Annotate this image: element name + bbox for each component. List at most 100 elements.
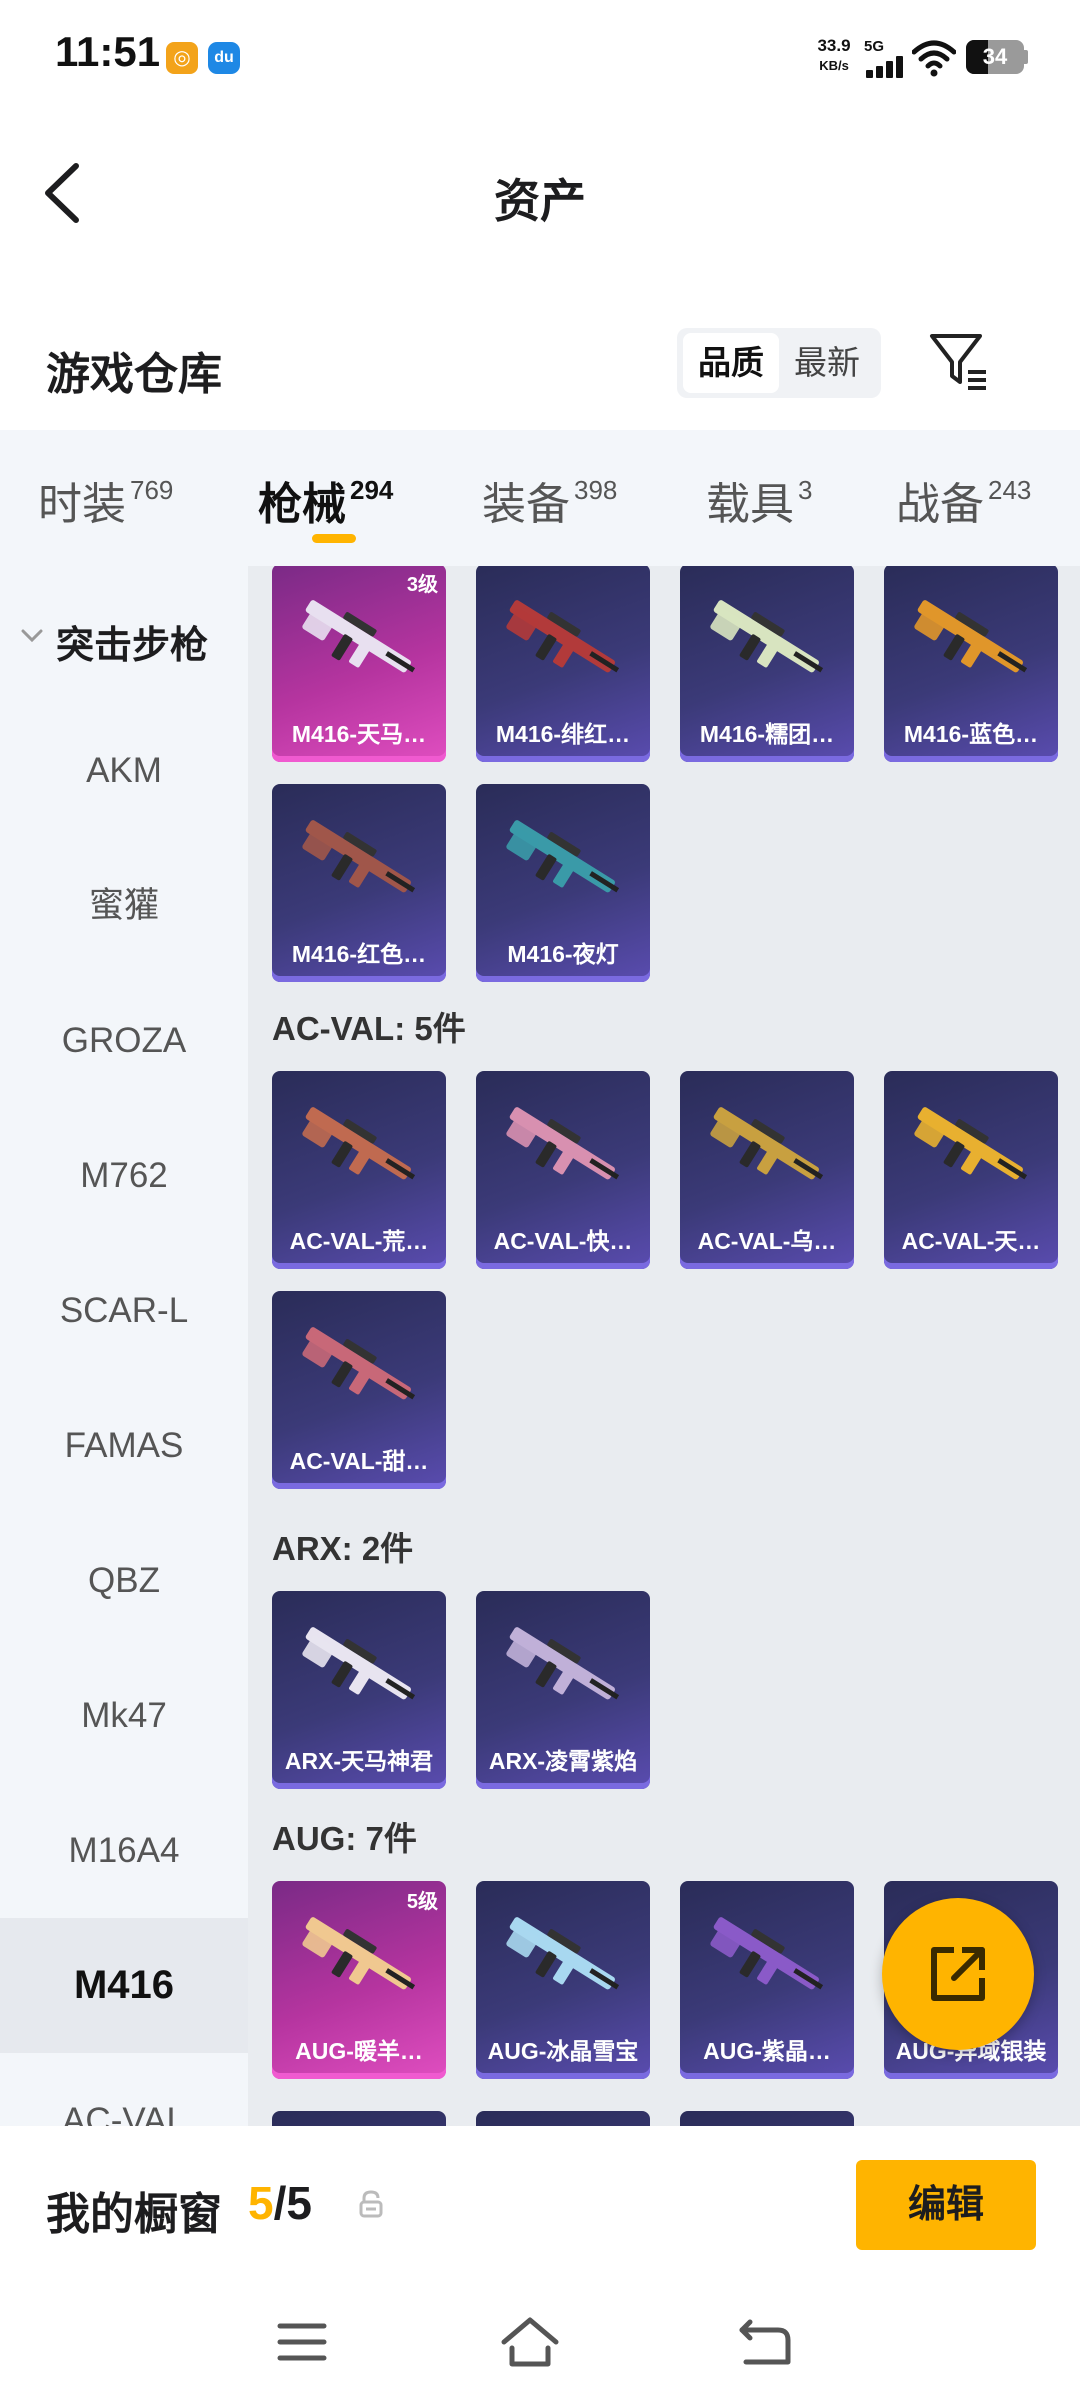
- assets-page: 11:51 ◎ du 33.9 KB/s 5G 34 资产 游戏仓库 品质 最新: [0, 0, 1080, 2400]
- skin-card-label: M416-红色…: [291, 941, 427, 967]
- skin-card[interactable]: M416-夜灯: [476, 784, 650, 982]
- sort-by-newest-button[interactable]: 最新: [779, 333, 875, 393]
- skin-card[interactable]: AC-VAL-甜…: [272, 1291, 446, 1489]
- skin-card[interactable]: AC-VAL-快…: [476, 1071, 650, 1269]
- weapon-skin-image: [302, 1107, 416, 1180]
- wifi-icon: [912, 40, 956, 77]
- sidebar-item-m416[interactable]: M416: [0, 1918, 248, 2053]
- sidebar-item-m16a4[interactable]: M16A4: [0, 1783, 248, 1918]
- weapon-type-sidebar: 突击步枪 AKM 蜜獾 GROZA M762 SCAR-L FAMAS QBZ …: [0, 566, 248, 2126]
- skin-card-label: M416-夜灯: [507, 941, 619, 967]
- weapon-skin-image: [710, 600, 824, 673]
- active-tab-indicator: [312, 534, 356, 543]
- skin-card[interactable]: 3级 M416-天马…: [272, 566, 446, 762]
- home-icon[interactable]: [500, 2312, 560, 2372]
- sidebar-item-mk47[interactable]: Mk47: [0, 1648, 248, 1783]
- skin-card[interactable]: AC-VAL-荒…: [272, 1071, 446, 1269]
- skin-card[interactable]: ARX-凌霄紫焰: [476, 1591, 650, 1789]
- skin-card-label: AC-VAL-天…: [901, 1228, 1041, 1254]
- sidebar-item-honey-badger[interactable]: 蜜獾: [0, 838, 248, 973]
- system-nav-bar: [0, 2286, 1080, 2400]
- network-type: 5G: [864, 38, 885, 55]
- network-speed: 33.9 KB/s: [804, 36, 864, 76]
- sidebar-item-ac-val[interactable]: AC-VAL: [0, 2053, 248, 2126]
- skin-level-badge: 5级: [406, 1891, 438, 1913]
- tab-equipment[interactable]: 装备 398: [482, 468, 617, 538]
- sidebar-item-akm[interactable]: AKM: [0, 703, 248, 838]
- sidebar-item-m762[interactable]: M762: [0, 1108, 248, 1243]
- skin-card[interactable]: AC-VAL-乌…: [680, 1071, 854, 1269]
- skin-card[interactable]: [272, 2111, 446, 2126]
- skin-card[interactable]: M416-绯红…: [476, 566, 650, 762]
- weapon-skin-image: [710, 1107, 824, 1180]
- skin-card[interactable]: M416-蓝色…: [884, 566, 1058, 762]
- skin-card[interactable]: [476, 2111, 650, 2126]
- weapon-skin-image: [506, 1627, 620, 1700]
- share-button[interactable]: [882, 1898, 1034, 2050]
- tab-firearms[interactable]: 枪械 294: [258, 468, 393, 538]
- skin-card-label: AUG-暖羊…: [295, 2038, 423, 2064]
- skin-card[interactable]: ARX-天马神君: [272, 1591, 446, 1789]
- share-icon: [931, 1947, 985, 2001]
- tab-supplies[interactable]: 战备 243: [896, 468, 1031, 538]
- skin-card[interactable]: M416-红色…: [272, 784, 446, 982]
- skin-card-label: AC-VAL-荒…: [289, 1228, 429, 1254]
- section-title-ac-val: AC-VAL: 5件: [272, 1010, 466, 1047]
- network-speed-unit: KB/s: [819, 58, 849, 73]
- tab-count: 769: [130, 475, 174, 505]
- signal-icon: [866, 56, 906, 78]
- weapon-skin-image: [302, 1327, 416, 1400]
- menu-icon[interactable]: [272, 2312, 332, 2372]
- tab-label: 时装: [38, 480, 126, 529]
- skin-card[interactable]: AC-VAL-天…: [884, 1071, 1058, 1269]
- sort-by-quality-button[interactable]: 品质: [683, 333, 779, 393]
- showcase-label: 我的橱窗: [46, 2190, 222, 2239]
- category-tabs: 时装 769 枪械 294 装备 398 载具 3 战备 243: [0, 430, 1080, 566]
- tab-count: 294: [350, 475, 394, 505]
- weapon-skin-image: [710, 1917, 824, 1990]
- sidebar-group-assault-rifles[interactable]: 突击步枪: [0, 606, 248, 667]
- section-title-arx: ARX: 2件: [272, 1530, 414, 1567]
- weapon-skin-image: [914, 1107, 1028, 1180]
- skin-card[interactable]: AUG-紫晶…: [680, 1881, 854, 2079]
- status-bar: 11:51 ◎ du 33.9 KB/s 5G 34: [0, 0, 1080, 110]
- status-time: 11:51: [55, 28, 161, 75]
- section-title-aug: AUG: 7件: [272, 1820, 417, 1857]
- du-app-icon: du: [208, 42, 240, 74]
- skin-card[interactable]: [680, 2111, 854, 2126]
- sidebar-item-scar-l[interactable]: SCAR-L: [0, 1243, 248, 1378]
- skin-card-label: AUG-冰晶雪宝: [487, 2038, 639, 2064]
- sort-toggle: 品质 最新: [677, 328, 881, 398]
- skin-card-label: AUG-紫晶…: [703, 2038, 831, 2064]
- tab-outfits[interactable]: 时装 769: [38, 468, 173, 538]
- skin-card-label: ARX-凌霄紫焰: [488, 1748, 638, 1774]
- skin-card-label: M416-蓝色…: [903, 721, 1039, 747]
- back-icon[interactable]: [736, 2312, 796, 2372]
- tab-vehicles[interactable]: 载具 3: [706, 468, 812, 538]
- sidebar-item-qbz[interactable]: QBZ: [0, 1513, 248, 1648]
- showcase-count: 5/5: [248, 2176, 312, 2230]
- showcase-total: 5: [286, 2177, 312, 2229]
- edit-button[interactable]: 编辑: [856, 2160, 1036, 2250]
- sidebar-group-label: 突击步枪: [56, 625, 209, 667]
- filter-icon[interactable]: [928, 330, 990, 392]
- weapon-skin-image: [506, 820, 620, 893]
- battery-icon: 34: [966, 40, 1024, 74]
- skin-card-label: AC-VAL-快…: [493, 1228, 633, 1254]
- skin-level-badge: 3级: [406, 574, 438, 596]
- sidebar-item-famas[interactable]: FAMAS: [0, 1378, 248, 1513]
- weapon-skin-image: [302, 820, 416, 893]
- skin-card-label: ARX-天马神君: [284, 1748, 434, 1774]
- weapon-skin-image: [302, 1627, 416, 1700]
- skin-card[interactable]: AUG-冰晶雪宝: [476, 1881, 650, 2079]
- weapon-skin-image: [506, 600, 620, 673]
- sidebar-item-groza[interactable]: GROZA: [0, 973, 248, 1108]
- skin-card-label: M416-绯红…: [495, 721, 631, 747]
- skin-card-label: M416-糯团…: [699, 721, 835, 747]
- skin-card[interactable]: M416-糯团…: [680, 566, 854, 762]
- network-speed-value: 33.9: [817, 36, 851, 55]
- showcase-separator: /: [273, 2177, 287, 2229]
- lock-icon: [359, 2190, 383, 2218]
- skin-card[interactable]: 5级 AUG-暖羊…: [272, 1881, 446, 2079]
- showcase-bar: 我的橱窗 5/5 编辑: [0, 2126, 1080, 2286]
